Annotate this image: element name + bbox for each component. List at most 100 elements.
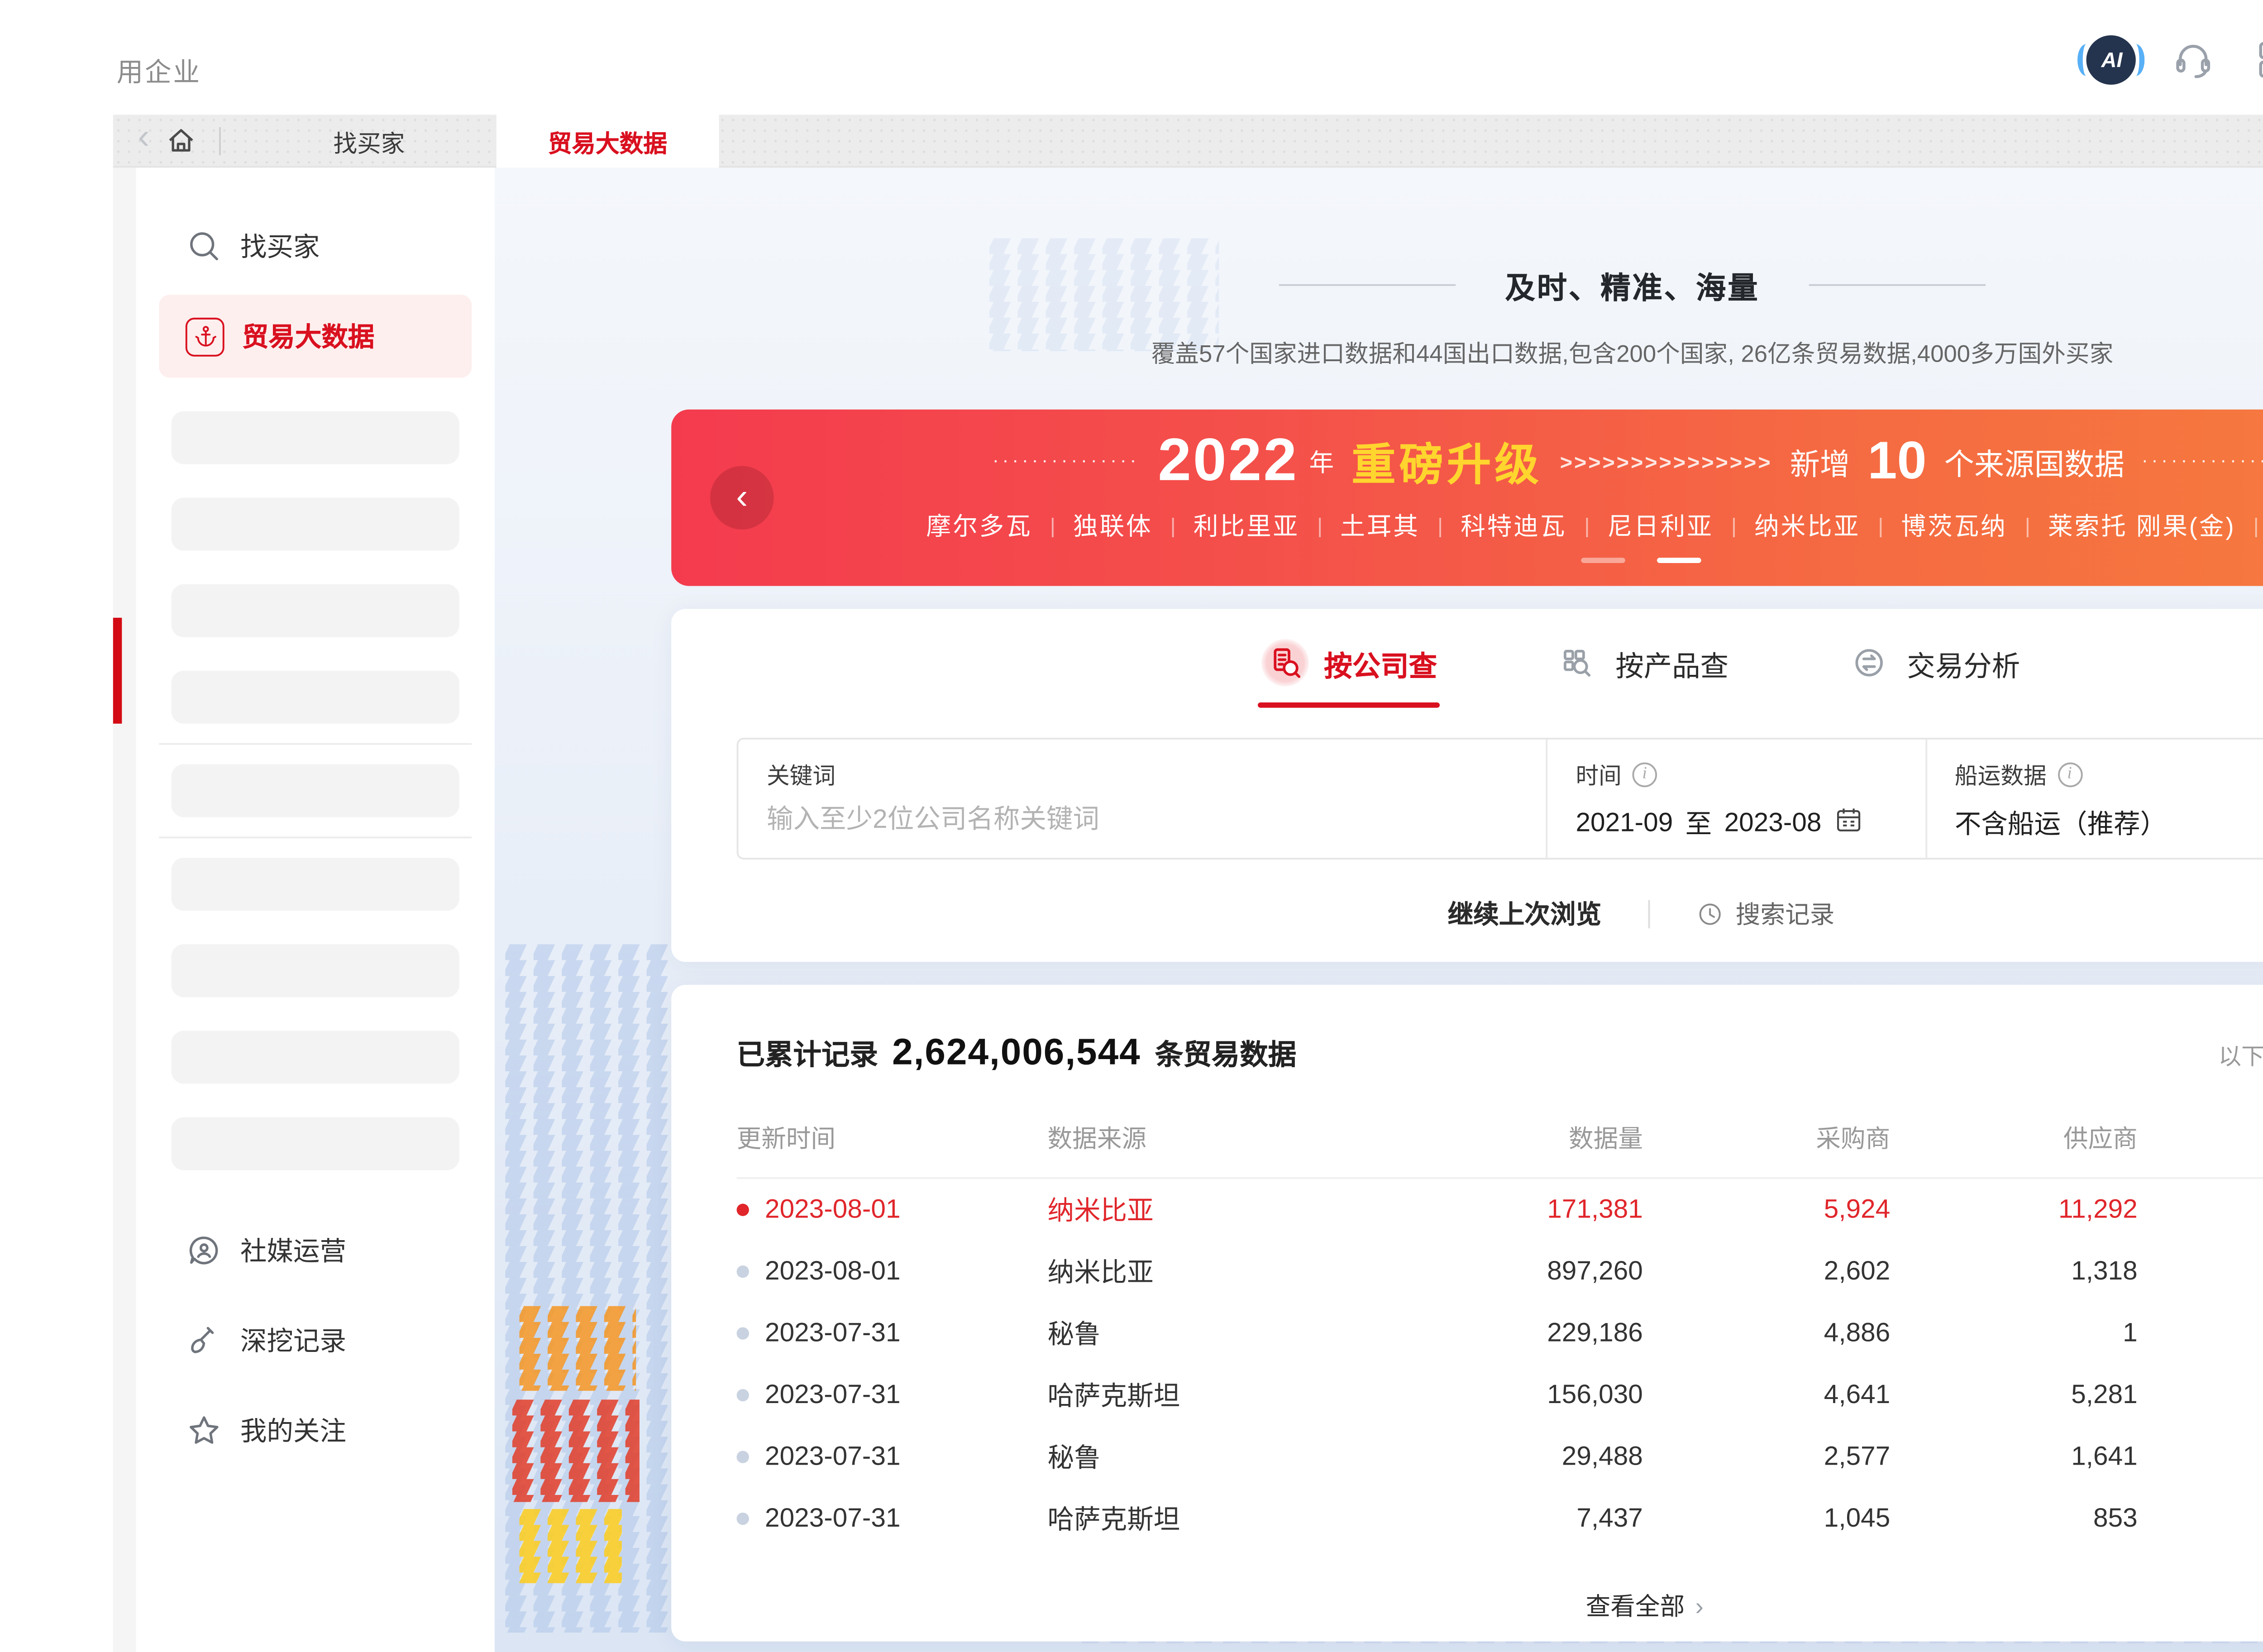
table-row[interactable]: 2023-07-31 秘鲁 229,186 4,886 1 3,671 bbox=[737, 1303, 2263, 1364]
records-total-prefix: 已累计记录 bbox=[737, 1031, 878, 1073]
ai-assistant-icon[interactable]: AI bbox=[2087, 34, 2136, 84]
apps-grid-icon[interactable] bbox=[2251, 35, 2263, 83]
banner-page-dash-active[interactable] bbox=[1657, 558, 1701, 563]
cell-buyers: 4,886 bbox=[1643, 1318, 1890, 1348]
banner-country: 利比里亚 bbox=[1194, 508, 1299, 544]
sidebar-skeleton-item bbox=[172, 498, 459, 551]
banner-country: 莱索托 刚果(金) bbox=[2048, 508, 2236, 544]
col-header-data-volume: 数据量 bbox=[1325, 1121, 1643, 1156]
banner-country-list: 摩尔多瓦| 独联体| 利比里亚| 土耳其| 科特迪瓦| 尼日利亚| 纳米比亚| … bbox=[671, 508, 2263, 544]
nav-back-icon[interactable]: ‹ bbox=[138, 118, 149, 159]
sidebar-skeleton-item bbox=[172, 584, 459, 637]
sidebar-item-find-buyers[interactable]: 找买家 bbox=[159, 212, 472, 279]
sidebar-item-trade-big-data[interactable]: 贸易大数据 bbox=[159, 295, 472, 377]
sidebar-item-label: 深挖记录 bbox=[240, 1321, 346, 1358]
cell-volume: 29,488 bbox=[1325, 1442, 1643, 1472]
tab-bar: ‹ 找买家 贸易大数据 › ⋮ bbox=[113, 115, 2263, 167]
records-total-number: 2,624,006,544 bbox=[892, 1032, 1141, 1075]
table-row[interactable]: 2023-07-31 秘鲁 29,488 2,577 1,641 1,677 bbox=[737, 1426, 2263, 1488]
banner-highlight: 重磅升级 bbox=[1351, 430, 1542, 493]
time-field[interactable]: 时间 i 2021-09 至 2023-08 bbox=[1546, 740, 1924, 858]
time-start-value[interactable]: 2021-09 bbox=[1576, 808, 1673, 838]
banner-year-suffix: 年 bbox=[1309, 444, 1334, 479]
cell-source: 秘鲁 bbox=[1048, 1315, 1325, 1352]
cell-suppliers: 1 bbox=[1890, 1318, 2137, 1348]
table-row[interactable]: 2023-07-31 哈萨克斯坦 7,437 1,045 853 969 bbox=[737, 1488, 2263, 1549]
table-row[interactable]: 2023-08-01 纳米比亚 171,381 5,924 11,292 3,8… bbox=[737, 1179, 2263, 1241]
sidebar-skeleton-item bbox=[172, 411, 459, 464]
map-dots-decoration-yellow bbox=[520, 1509, 622, 1583]
shipping-value[interactable]: 不含船运（推荐） bbox=[1955, 805, 2263, 842]
cell-date: 2023-07-31 bbox=[765, 1504, 901, 1533]
view-all-link[interactable]: 查看全部 › bbox=[737, 1589, 2263, 1624]
sidebar-item-social-media[interactable]: 社媒运营 bbox=[159, 1220, 472, 1280]
records-panel: 已累计记录 2,624,006,544 条贸易数据 以下只显示最近3个月的更新记… bbox=[671, 985, 2263, 1642]
sidebar-item-label: 社媒运营 bbox=[240, 1231, 346, 1268]
analysis-icon bbox=[1845, 639, 1893, 687]
app-logo: 用企业 bbox=[117, 53, 201, 90]
sidebar-skeleton-item bbox=[172, 944, 459, 997]
home-icon[interactable] bbox=[164, 124, 197, 157]
main-content: 及时、精准、海量 覆盖57个国家进口数据和44国出口数据,包含200个国家, 2… bbox=[495, 167, 2263, 1652]
info-icon[interactable]: i bbox=[2057, 762, 2082, 787]
cell-source: 纳米比亚 bbox=[1048, 1191, 1325, 1228]
hero-title-row: 及时、精准、海量 bbox=[495, 263, 2263, 307]
search-tab-label: 按公司查 bbox=[1324, 642, 1437, 684]
clock-icon bbox=[1695, 899, 1723, 927]
keyword-field[interactable]: 关键词 bbox=[738, 740, 1546, 858]
col-header-suppliers: 供应商 bbox=[1890, 1121, 2137, 1156]
separator: | bbox=[1731, 514, 1737, 539]
sidebar-item-my-follows[interactable]: 我的关注 bbox=[159, 1399, 472, 1460]
search-links-row: 继续上次浏览 搜索记录 bbox=[671, 895, 2263, 932]
separator: | bbox=[1584, 514, 1590, 539]
header-icon-group: AI 7 ? ∨ bbox=[2087, 32, 2263, 86]
cell-buyers: 1,045 bbox=[1643, 1504, 1890, 1533]
decor-line bbox=[1809, 284, 1986, 286]
chat-person-icon bbox=[186, 1231, 223, 1268]
records-total: 已累计记录 2,624,006,544 条贸易数据 bbox=[737, 1031, 1297, 1074]
search-tab-by-product[interactable]: 按产品查 bbox=[1554, 639, 1728, 708]
cell-date: 2023-07-31 bbox=[765, 1318, 901, 1348]
banner-page-dash[interactable] bbox=[1581, 558, 1625, 563]
star-icon bbox=[186, 1411, 223, 1448]
table-row[interactable]: 2023-07-31 哈萨克斯坦 156,030 4,641 5,281 3,7… bbox=[737, 1364, 2263, 1426]
cell-source: 纳米比亚 bbox=[1048, 1253, 1325, 1290]
banner-country: 土耳其 bbox=[1340, 508, 1420, 544]
search-tab-trade-analysis[interactable]: 交易分析 bbox=[1845, 639, 2020, 708]
sidebar-skeleton-item bbox=[172, 671, 459, 724]
separator: | bbox=[2253, 514, 2259, 539]
cell-volume: 229,186 bbox=[1325, 1318, 1643, 1348]
time-to-label: 至 bbox=[1685, 805, 1712, 842]
calendar-icon[interactable] bbox=[1834, 805, 1864, 842]
continue-browsing-link[interactable]: 继续上次浏览 bbox=[1448, 895, 1602, 932]
headset-support-icon[interactable] bbox=[2170, 35, 2218, 83]
cell-categories: 3,671 bbox=[2138, 1318, 2263, 1348]
search-tab-by-company[interactable]: 按公司查 bbox=[1262, 639, 1437, 708]
time-end-value[interactable]: 2023-08 bbox=[1724, 808, 1822, 838]
shipping-field[interactable]: 船运数据 i 不含船运（推荐） ∨ bbox=[1924, 740, 2263, 858]
keyword-label: 关键词 bbox=[767, 757, 1546, 791]
map-dots-decoration-red bbox=[512, 1399, 640, 1502]
sidebar-item-deep-dig-records[interactable]: 深挖记录 bbox=[159, 1310, 472, 1370]
search-history-label: 搜索记录 bbox=[1736, 896, 1835, 931]
search-history-link[interactable]: 搜索记录 bbox=[1695, 896, 1834, 931]
cell-suppliers: 11,292 bbox=[1890, 1195, 2137, 1225]
search-fields: 关键词 时间 i 2021-09 至 2023-08 bbox=[737, 738, 2263, 859]
decor-arrows: >>>>>>>>>>>>>>> bbox=[1560, 449, 1772, 474]
tab-trade-big-data[interactable]: 贸易大数据 bbox=[497, 114, 718, 167]
keyword-input[interactable] bbox=[767, 805, 1509, 835]
table-row[interactable]: 2023-08-01 纳米比亚 897,260 2,602 1,318 1,23… bbox=[737, 1241, 2263, 1302]
banner-pagination bbox=[671, 558, 2263, 563]
promo-banner[interactable]: ‹ › ............... 2022 年 重磅升级 >>>>>>>>… bbox=[671, 410, 2263, 586]
divider bbox=[159, 743, 472, 745]
decor-dots: ............... bbox=[2142, 446, 2263, 467]
records-title-row: 已累计记录 2,624,006,544 条贸易数据 以下只显示最近3个月的更新记… bbox=[737, 985, 2263, 1075]
cell-buyers: 2,602 bbox=[1643, 1257, 1890, 1287]
tab-find-buyers[interactable]: 找买家 bbox=[241, 114, 497, 167]
cell-buyers: 5,924 bbox=[1643, 1195, 1890, 1225]
info-icon[interactable]: i bbox=[1632, 762, 1657, 787]
sidebar: 找买家 贸易大数据 社媒运营 深挖记录 bbox=[136, 167, 495, 1652]
cell-suppliers: 1,318 bbox=[1890, 1257, 2137, 1287]
row-bullet bbox=[737, 1327, 749, 1339]
rail-red-indicator[interactable] bbox=[113, 618, 122, 724]
